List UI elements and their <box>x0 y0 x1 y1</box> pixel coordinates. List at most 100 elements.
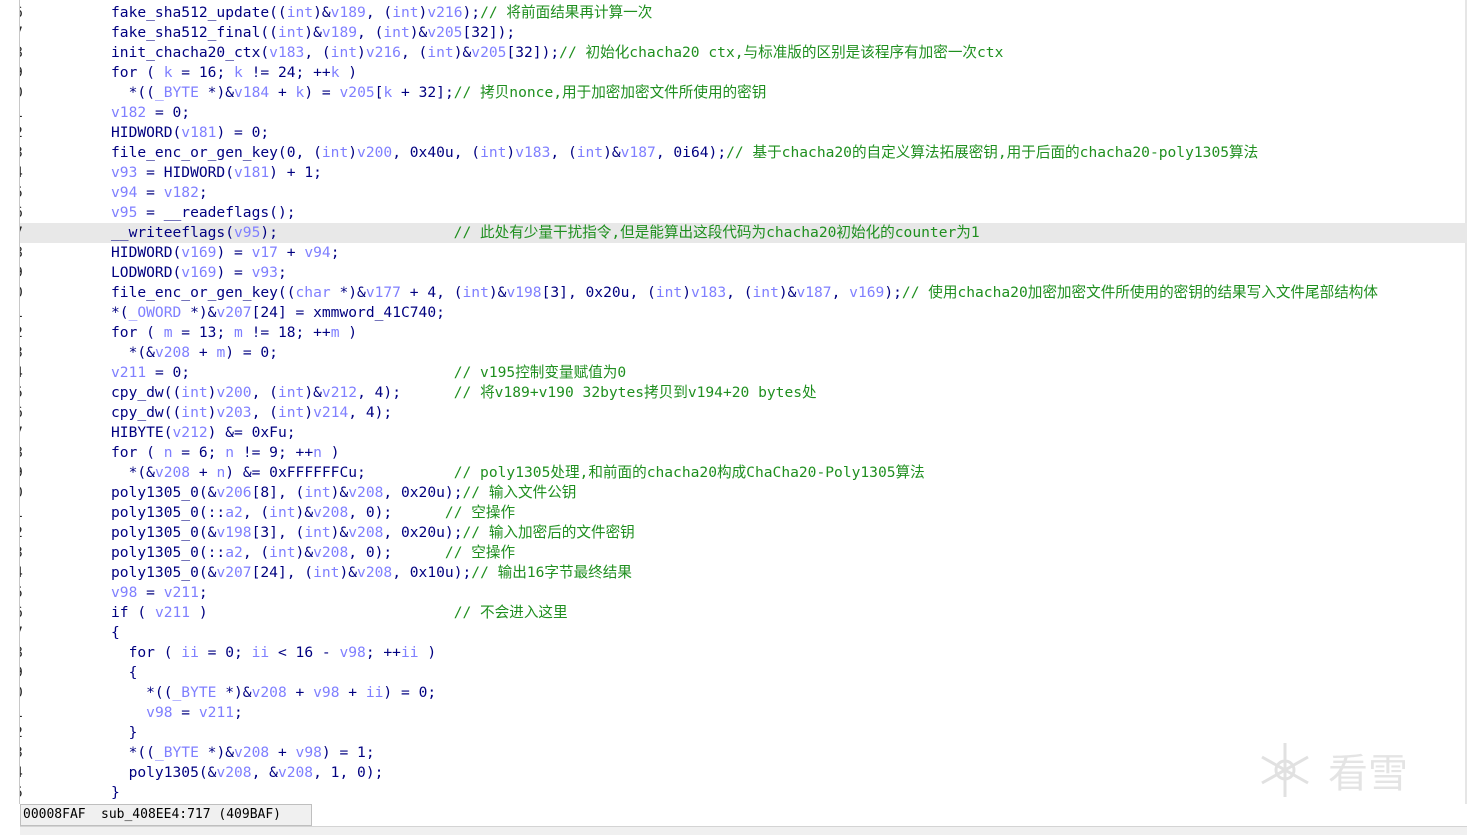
line-number: 39 <box>20 663 36 683</box>
code-line[interactable]: 33 poly1305_0(::a2, (int)&v208, 0); // 空操… <box>20 543 1467 563</box>
code-line[interactable]: 11 v182 = 0; <box>20 103 1467 123</box>
code-text: cpy_dw((int)v200, (int)&v212, 4); // 将v1… <box>111 384 817 401</box>
code-line[interactable]: 97 fake_sha512_final((int)&v189, (int)&v2… <box>20 23 1467 43</box>
code-text: } <box>111 784 120 801</box>
code-text: poly1305_0(::a2, (int)&v208, 0); // 空操作 <box>111 504 516 521</box>
code-text: cpy_dw((int)v203, (int)v214, 4); <box>111 404 393 421</box>
line-number: 23 <box>20 343 36 363</box>
code-text: poly1305(&v208, &v208, 1, 0); <box>111 764 384 781</box>
code-text: LODWORD(v169) = v93; <box>111 264 287 281</box>
code-text: for ( n = 6; n != 9; ++n ) <box>111 444 340 461</box>
line-number: 37 <box>20 623 36 643</box>
code-line[interactable]: 31 poly1305_0(::a2, (int)&v208, 0); // 空操… <box>20 503 1467 523</box>
line-number: 99 <box>20 63 36 83</box>
code-line[interactable]: 15 v94 = v182; <box>20 183 1467 203</box>
line-number: 12 <box>20 123 36 143</box>
line-number: 31 <box>20 503 36 523</box>
code-text: file_enc_or_gen_key((char *)&v177 + 4, (… <box>111 284 1378 301</box>
code-line[interactable]: 10 *((_BYTE *)&v184 + k) = v205[k + 32];… <box>20 83 1467 103</box>
code-line[interactable]: 16 v95 = __readeflags(); <box>20 203 1467 223</box>
code-line[interactable]: 25 cpy_dw((int)v200, (int)&v212, 4); // 将… <box>20 383 1467 403</box>
code-line[interactable]: 24 v211 = 0; // v195控制变量赋值为0 <box>20 363 1467 383</box>
line-number: 97 <box>20 23 36 43</box>
code-text: v94 = v182; <box>111 184 208 201</box>
code-text: } <box>111 724 138 741</box>
code-line[interactable]: 35 v98 = v211; <box>20 583 1467 603</box>
code-text: for ( m = 13; m != 18; ++m ) <box>111 324 358 341</box>
code-text: *((_BYTE *)&v184 + k) = v205[k + 32];// … <box>111 84 767 101</box>
code-line[interactable]: 13 file_enc_or_gen_key(0, (int)v200, 0x40… <box>20 143 1467 163</box>
line-number: 19 <box>20 263 36 283</box>
code-line[interactable]: 17 __writeeflags(v95); // 此处有少量干扰指令,但是能算出… <box>20 223 1467 243</box>
code-text: for ( ii = 0; ii < 16 - v98; ++ii ) <box>111 644 437 661</box>
code-line[interactable]: 30 poly1305_0(&v206[8], (int)&v208, 0x20u… <box>20 483 1467 503</box>
code-text: *((_BYTE *)&v208 + v98) = 1; <box>111 744 375 761</box>
code-line[interactable]: 36 if ( v211 ) // 不会进入这里 <box>20 603 1467 623</box>
code-text: init_chacha20_ctx(v183, (int)v216, (int)… <box>111 44 1004 61</box>
code-text: fake_sha512_final((int)&v189, (int)&v205… <box>111 24 516 41</box>
code-text: { <box>111 664 138 681</box>
code-line[interactable]: 14 v93 = HIDWORD(v181) + 1; <box>20 163 1467 183</box>
code-text: poly1305_0(&v198[3], (int)&v208, 0x20u);… <box>111 524 635 541</box>
line-number: 96 <box>20 3 36 23</box>
code-line[interactable]: 20 file_enc_or_gen_key((char *)&v177 + 4,… <box>20 283 1467 303</box>
line-number: 98 <box>20 43 36 63</box>
line-number: 28 <box>20 443 36 463</box>
code-text: file_enc_or_gen_key(0, (int)v200, 0x40u,… <box>111 144 1259 161</box>
code-text: *(_OWORD *)&v207[24] = xmmword_41C740; <box>111 304 445 321</box>
line-number: 30 <box>20 483 36 503</box>
line-number: 16 <box>20 203 36 223</box>
code-line[interactable]: 40 *((_BYTE *)&v208 + v98 + ii) = 0; <box>20 683 1467 703</box>
line-number: 26 <box>20 403 36 423</box>
code-text: if ( v211 ) // 不会进入这里 <box>111 604 568 621</box>
code-text: v182 = 0; <box>111 104 191 121</box>
code-text: *(&v208 + m) = 0; <box>111 344 278 361</box>
code-line[interactable]: 38 for ( ii = 0; ii < 16 - v98; ++ii ) <box>20 643 1467 663</box>
code-text: poly1305_0(&v206[8], (int)&v208, 0x20u);… <box>111 484 577 501</box>
line-number: 27 <box>20 423 36 443</box>
pseudocode-view[interactable]: 96 fake_sha512_update((int)&v189, (int)v2… <box>20 0 1467 804</box>
code-text: v98 = v211; <box>146 704 243 721</box>
code-line[interactable]: 32 poly1305_0(&v198[3], (int)&v208, 0x20u… <box>20 523 1467 543</box>
line-number: 33 <box>20 543 36 563</box>
line-number-gutter <box>0 0 19 804</box>
code-line[interactable]: 23 *(&v208 + m) = 0; <box>20 343 1467 363</box>
line-number: 24 <box>20 363 36 383</box>
code-text: v93 = HIDWORD(v181) + 1; <box>111 164 322 181</box>
code-line[interactable]: 27 HIBYTE(v212) &= 0xFu; <box>20 423 1467 443</box>
line-number: 41 <box>20 703 36 723</box>
line-number: 20 <box>20 283 36 303</box>
line-number: 13 <box>20 143 36 163</box>
code-line[interactable]: 26 cpy_dw((int)v203, (int)v214, 4); <box>20 403 1467 423</box>
code-line[interactable]: 21 *(_OWORD *)&v207[24] = xmmword_41C740; <box>20 303 1467 323</box>
line-number: 38 <box>20 643 36 663</box>
line-number: 14 <box>20 163 36 183</box>
code-text: __writeeflags(v95); // 此处有少量干扰指令,但是能算出这段… <box>111 224 980 241</box>
line-number: 25 <box>20 383 36 403</box>
code-line[interactable]: 18 HIDWORD(v169) = v17 + v94; <box>20 243 1467 263</box>
status-bar: 00008FAF sub_408EE4:717 (409BAF) <box>20 804 312 826</box>
watermark-text: 看雪 <box>1328 751 1408 797</box>
code-line[interactable]: 22 for ( m = 13; m != 18; ++m ) <box>20 323 1467 343</box>
code-line[interactable]: 98 init_chacha20_ctx(v183, (int)v216, (in… <box>20 43 1467 63</box>
code-text: v211 = 0; // v195控制变量赋值为0 <box>111 364 627 381</box>
code-line[interactable]: 34 poly1305_0(&v207[24], (int)&v208, 0x10… <box>20 563 1467 583</box>
code-text: poly1305_0(&v207[24], (int)&v208, 0x10u)… <box>111 564 632 581</box>
line-number: 18 <box>20 243 36 263</box>
line-number: 21 <box>20 303 36 323</box>
code-line[interactable]: 41 v98 = v211; <box>20 703 1467 723</box>
code-text: v98 = v211; <box>111 584 208 601</box>
line-number: 10 <box>20 83 36 103</box>
code-line[interactable]: 29 *(&v208 + n) &= 0xFFFFFFCu; // poly13… <box>20 463 1467 483</box>
code-line[interactable]: 96 fake_sha512_update((int)&v189, (int)v2… <box>20 3 1467 23</box>
code-line[interactable]: 19 LODWORD(v169) = v93; <box>20 263 1467 283</box>
code-line[interactable]: 28 for ( n = 6; n != 9; ++n ) <box>20 443 1467 463</box>
status-address: 00008FAF <box>23 807 86 822</box>
code-line[interactable]: 12 HIDWORD(v181) = 0; <box>20 123 1467 143</box>
code-line[interactable]: 39 { <box>20 663 1467 683</box>
line-number: 40 <box>20 683 36 703</box>
code-line[interactable]: 37 { <box>20 623 1467 643</box>
code-text: *(&v208 + n) &= 0xFFFFFFCu; // poly1305处… <box>111 464 925 481</box>
line-number: 36 <box>20 603 36 623</box>
code-line[interactable]: 99 for ( k = 16; k != 24; ++k ) <box>20 63 1467 83</box>
